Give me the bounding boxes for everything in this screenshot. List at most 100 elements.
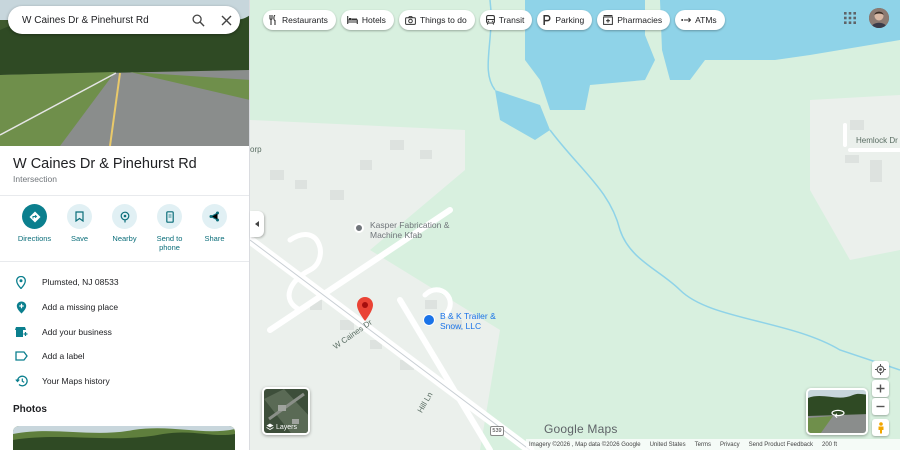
layers-label-wrap: Layers: [266, 423, 297, 431]
poi-label-kasper[interactable]: Kasper Fabrication & Machine Kfab: [370, 220, 460, 240]
place-subtitle: Intersection: [13, 174, 57, 184]
map-label-hemlock: Hemlock Dr: [856, 136, 898, 145]
chip-parking-label: Parking: [555, 15, 585, 25]
plus-icon: [876, 384, 885, 393]
add-place-icon: [0, 301, 42, 314]
feedback-link[interactable]: Send Product Feedback: [749, 442, 813, 448]
map-label-corp: orp: [250, 145, 262, 154]
search-box[interactable]: W Caines Dr & Pinehurst Rd: [8, 6, 240, 34]
atm-icon: [681, 17, 692, 23]
chip-hotels[interactable]: Hotels: [340, 10, 394, 30]
directions-label: Directions: [17, 234, 52, 243]
layers-label: Layers: [276, 423, 298, 431]
phone-icon: [157, 204, 182, 229]
google-maps-logo: Google Maps: [544, 422, 618, 436]
map-graphic: [250, 0, 900, 450]
pegman-icon: [878, 421, 883, 433]
shopping-bag-icon[interactable]: [423, 314, 435, 326]
category-chips: Restaurants Hotels Things to do Transit …: [263, 10, 730, 30]
add-label-text: Add a label: [42, 351, 85, 361]
attribution-bar: Imagery ©2026 , Map data ©2026 Google Un…: [526, 439, 900, 450]
chevron-left-icon: [255, 221, 259, 227]
poi-marker-icon[interactable]: [354, 223, 364, 233]
search-icon[interactable]: [184, 6, 212, 34]
divider: [0, 261, 249, 262]
chip-atms[interactable]: ATMs: [675, 10, 725, 30]
restaurant-icon: [269, 15, 276, 25]
chip-parking[interactable]: Parking: [537, 10, 593, 30]
avatar[interactable]: [869, 8, 889, 28]
nearby-label: Nearby: [112, 234, 137, 243]
zoom-out-button[interactable]: [872, 398, 889, 415]
layers-button[interactable]: Layers: [262, 387, 310, 435]
add-business-text: Add your business: [42, 327, 112, 337]
bookmark-icon: [67, 204, 92, 229]
terms-link[interactable]: Terms: [695, 442, 711, 448]
add-missing-place-row[interactable]: Add a missing place: [0, 295, 249, 319]
chip-transit-label: Transit: [498, 15, 525, 25]
chip-pharmacies-label: Pharmacies: [617, 15, 663, 25]
share-icon: [202, 204, 227, 229]
imagery-credit: Imagery ©2026 , Map data ©2026 Google: [529, 441, 641, 448]
chip-hotels-label: Hotels: [361, 15, 386, 25]
chip-things-to-do-label: Things to do: [419, 15, 467, 25]
my-location-button[interactable]: [872, 361, 889, 378]
send-to-phone-label: Send to phone: [156, 234, 183, 252]
place-title: W Caines Dr & Pinehurst Rd: [13, 156, 197, 172]
chip-things-to-do[interactable]: Things to do: [398, 10, 475, 30]
hotel-icon: [346, 15, 358, 24]
poi-label-bk-trailer[interactable]: B & K Trailer & Snow, LLC: [440, 311, 520, 331]
zoom-in-button[interactable]: [872, 380, 889, 397]
share-label: Share: [204, 234, 225, 243]
transit-icon: [485, 15, 495, 25]
rotate-360-icon: [831, 409, 845, 418]
pegman-button[interactable]: [872, 419, 889, 436]
add-missing-place-text: Add a missing place: [42, 302, 119, 312]
parking-icon: [543, 15, 551, 25]
photos-heading: Photos: [13, 404, 47, 415]
action-bar: Directions Save Nearby Send to phone Sha…: [0, 204, 249, 252]
divider: [0, 195, 249, 196]
save-button[interactable]: Save: [57, 204, 102, 252]
label-icon: [0, 351, 42, 361]
history-icon: [0, 375, 42, 387]
share-button[interactable]: Share: [192, 204, 237, 252]
photo-thumbnail[interactable]: [13, 426, 235, 450]
add-label-row[interactable]: Add a label: [0, 344, 249, 368]
pharmacy-icon: [603, 15, 614, 25]
maps-history-text: Your Maps history: [42, 376, 110, 386]
directions-button[interactable]: Directions: [12, 204, 57, 252]
scale-label[interactable]: 200 ft: [822, 442, 837, 448]
maps-history-row[interactable]: Your Maps history: [0, 369, 249, 393]
directions-icon: [22, 204, 47, 229]
privacy-link[interactable]: Privacy: [720, 442, 740, 448]
street-view-preview[interactable]: [806, 388, 868, 435]
address-text: Plumsted, NJ 08533: [42, 277, 119, 287]
apps-grid-icon[interactable]: [843, 11, 857, 25]
map-canvas[interactable]: orp Hemlock Dr W Caines Dr Hill Ln Kaspe…: [250, 0, 900, 450]
search-input[interactable]: W Caines Dr & Pinehurst Rd: [8, 15, 184, 26]
close-icon[interactable]: [212, 6, 240, 34]
address-row[interactable]: Plumsted, NJ 08533: [0, 270, 249, 294]
chip-restaurants[interactable]: Restaurants: [263, 10, 336, 30]
chip-atms-label: ATMs: [695, 15, 717, 25]
route-shield: 539: [490, 426, 504, 436]
chip-transit[interactable]: Transit: [479, 10, 533, 30]
layers-icon: [266, 423, 274, 431]
add-business-row[interactable]: Add your business: [0, 320, 249, 344]
send-to-phone-button[interactable]: Send to phone: [147, 204, 192, 252]
country-link[interactable]: United States: [650, 442, 686, 448]
place-panel: W Caines Dr & Pinehurst Rd W Caines Dr &…: [0, 0, 250, 450]
nearby-icon: [112, 204, 137, 229]
camera-icon: [405, 15, 416, 25]
nearby-button[interactable]: Nearby: [102, 204, 147, 252]
crosshair-icon: [875, 364, 886, 375]
collapse-panel-button[interactable]: [250, 211, 264, 237]
chip-restaurants-label: Restaurants: [282, 15, 328, 25]
minus-icon: [876, 405, 885, 408]
location-pin-icon: [0, 275, 42, 289]
location-pin-marker-icon[interactable]: [357, 297, 373, 321]
save-label: Save: [70, 234, 89, 243]
business-icon: [0, 326, 42, 338]
chip-pharmacies[interactable]: Pharmacies: [597, 10, 671, 30]
